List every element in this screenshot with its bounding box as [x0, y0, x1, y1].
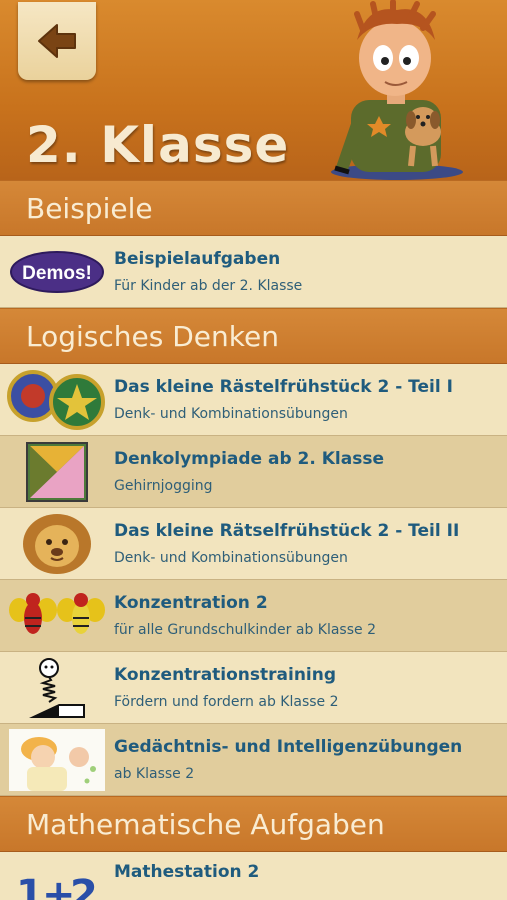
item-title: Das kleine Rästelfrühstück 2 - Teil I [114, 377, 453, 397]
item-subtitle: für alle Grundschulkinder ab Klasse 2 [114, 622, 376, 638]
list-item-mathestation-2[interactable]: 1 + 2 Mathestation 2 [0, 852, 507, 900]
list-item-raetselfruehstueck-teil-1[interactable]: Das kleine Rästelfrühstück 2 - Teil I De… [0, 364, 507, 436]
back-button[interactable] [18, 2, 96, 80]
section-header-beispiele: Beispiele [0, 180, 507, 236]
page-title: 2. Klasse [26, 116, 290, 174]
demos-badge-icon: Demos! [10, 250, 104, 293]
list-item-konzentration-2[interactable]: Konzentration 2 für alle Grundschulkinde… [0, 580, 507, 652]
header-bar: 2. Klasse [0, 0, 507, 180]
svg-text:2: 2 [70, 872, 98, 900]
section-header-logisches-denken: Logisches Denken [0, 308, 507, 364]
puzzle-circles-icon [7, 369, 105, 430]
item-subtitle: Gehirnjogging [114, 478, 213, 494]
item-title: Das kleine Rätselfrühstück 2 - Teil II [114, 521, 460, 541]
section-header-mathematische-aufgaben: Mathematische Aufgaben [0, 796, 507, 852]
list-item-konzentrationstraining[interactable]: Konzentrationstraining Fördern und forde… [0, 652, 507, 724]
kid-illustration-icon [9, 728, 105, 791]
svg-text:1: 1 [16, 872, 44, 900]
item-subtitle: Fördern und fordern ab Klasse 2 [114, 694, 339, 710]
item-title: Konzentrationstraining [114, 665, 337, 685]
list-item-gedaechtnis-intelligenz[interactable]: Gedächtnis- und Intelligenzübungen ab Kl… [0, 724, 507, 796]
item-title: Beispielaufgaben [114, 249, 281, 269]
spring-figure-icon [29, 657, 85, 718]
arrow-left-icon [38, 24, 76, 58]
tangram-icon [26, 441, 88, 502]
section-label: Mathematische Aufgaben [26, 807, 385, 841]
item-title: Konzentration 2 [114, 593, 268, 613]
item-subtitle: ab Klasse 2 [114, 766, 195, 782]
bees-icon [9, 592, 105, 634]
section-label: Beispiele [26, 191, 153, 225]
item-title: Gedächtnis- und Intelligenzübungen [114, 737, 463, 757]
item-title: Denkolympiade ab 2. Klasse [114, 449, 384, 469]
boy-with-dog-icon [331, 0, 463, 180]
list-item-beispielaufgaben[interactable]: Demos! Beispielaufgaben Für Kinder ab de… [0, 236, 507, 308]
item-subtitle: Für Kinder ab der 2. Klasse [114, 278, 303, 294]
item-title: Mathestation 2 [114, 862, 260, 882]
item-subtitle: Denk- und Kombinationsübungen [114, 550, 348, 566]
list-item-denkolympiade[interactable]: Denkolympiade ab 2. Klasse Gehirnjogging [0, 436, 507, 508]
section-label: Logisches Denken [26, 319, 279, 353]
svg-text:Demos!: Demos! [22, 263, 92, 284]
one-plus-two-icon: 1 + 2 [16, 872, 98, 900]
item-subtitle: Denk- und Kombinationsübungen [114, 406, 348, 422]
lion-icon [23, 513, 91, 574]
list-item-raetselfruehstueck-teil-2[interactable]: Das kleine Rätselfrühstück 2 - Teil II D… [0, 508, 507, 580]
